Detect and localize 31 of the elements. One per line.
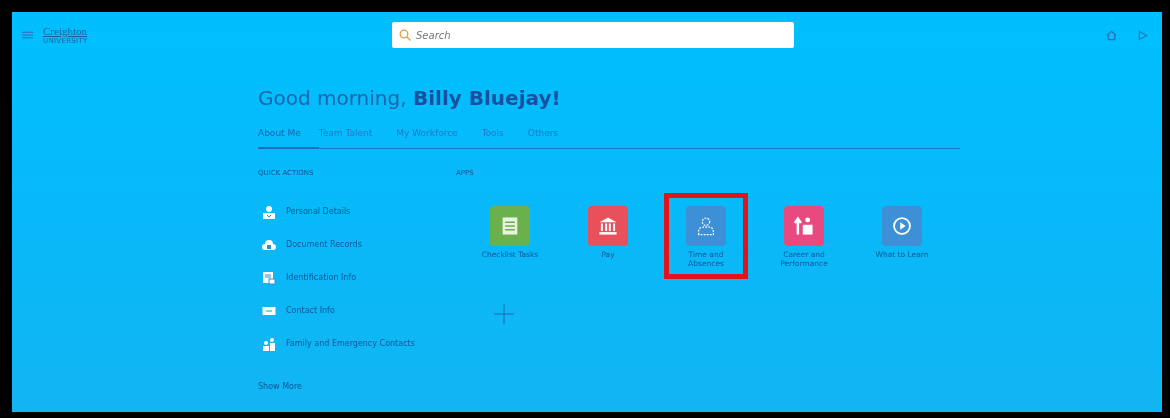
home-icon[interactable] <box>1106 29 1117 41</box>
quick-action-link[interactable]: Contact Info <box>286 306 335 315</box>
tab[interactable]: Team Talent <box>318 128 397 148</box>
quick-action-link[interactable]: Identification Info <box>286 273 357 282</box>
show-more-link[interactable]: Show More <box>258 382 456 391</box>
tab[interactable]: Others <box>527 128 583 148</box>
id-card-icon <box>262 270 276 285</box>
tab[interactable]: Tools <box>481 128 528 148</box>
quick-action-link[interactable]: Personal Details <box>286 207 351 216</box>
app-tile[interactable] <box>784 206 824 246</box>
search-icon <box>399 29 411 41</box>
quick-action-link[interactable]: Family and Emergency Contacts <box>286 339 415 348</box>
plus-icon[interactable] <box>494 304 514 324</box>
people-icon <box>262 336 276 351</box>
app-tile[interactable] <box>882 206 922 246</box>
career-icon <box>793 215 815 237</box>
app-tile[interactable] <box>490 206 530 246</box>
search-field[interactable]: Search <box>392 22 794 48</box>
user-icon <box>262 204 276 219</box>
menu-icon[interactable] <box>22 31 33 39</box>
bank-icon <box>597 215 619 237</box>
play-icon[interactable] <box>1137 29 1148 41</box>
greeting: Good morning, Billy Bluejay! <box>258 86 562 110</box>
cloud-icon <box>262 237 276 252</box>
app-tile[interactable] <box>686 206 726 246</box>
tab[interactable]: About Me <box>258 128 319 149</box>
tab[interactable]: My Workforce <box>396 128 482 148</box>
quick-action-link[interactable]: Document Records <box>286 240 362 249</box>
person-outline-icon <box>695 215 717 237</box>
app-tile[interactable] <box>588 206 628 246</box>
play-circle-icon <box>891 215 913 237</box>
